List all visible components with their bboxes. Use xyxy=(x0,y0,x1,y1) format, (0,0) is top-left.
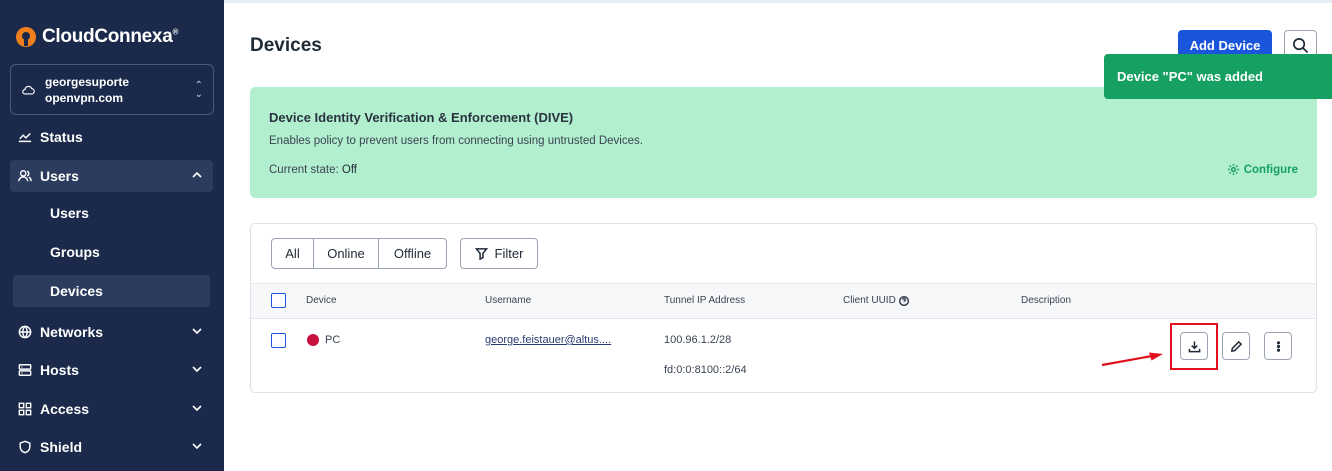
column-username: Username xyxy=(485,295,532,306)
chevron-down-icon xyxy=(192,328,202,335)
configure-link[interactable]: Configure xyxy=(1227,163,1298,176)
org-name: georgesuporte openvpn.com xyxy=(45,74,130,105)
gear-icon xyxy=(1227,163,1239,176)
device-name: PC xyxy=(325,334,341,346)
sidebar-item-shield[interactable]: Shield xyxy=(10,431,213,463)
chevron-down-icon xyxy=(192,366,202,373)
status-chart-icon xyxy=(18,133,32,143)
sidebar-subitem-devices[interactable]: Devices xyxy=(13,275,210,307)
sidebar-subitem-groups[interactable]: Groups xyxy=(13,236,210,268)
column-client-uuid: Client UUID xyxy=(843,295,909,306)
tab-online[interactable]: Online xyxy=(314,239,379,268)
sidebar-item-hosts[interactable]: Hosts xyxy=(10,354,213,386)
column-description: Description xyxy=(1021,295,1072,306)
sidebar-item-users[interactable]: Users xyxy=(10,160,213,192)
row-checkbox[interactable] xyxy=(271,333,286,348)
brand-name: CloudConnexa® xyxy=(42,26,179,47)
username-link[interactable]: george.feistauer@altus.... xyxy=(485,334,611,346)
dive-title: Device Identity Verification & Enforceme… xyxy=(269,110,574,125)
dive-current-state: Current state: Off xyxy=(269,164,358,176)
sidebar: CloudConnexa® georgesuporte openvpn.com … xyxy=(0,0,224,471)
filter-button[interactable]: Filter xyxy=(460,238,538,269)
annotation-arrow-icon xyxy=(1101,352,1163,367)
tunnel-ipv4: 100.96.1.2/28 xyxy=(664,334,732,346)
more-vertical-icon xyxy=(1276,340,1280,352)
column-tunnel-ip: Tunnel IP Address xyxy=(664,295,746,306)
dive-banner: Device Identity Verification & Enforceme… xyxy=(250,87,1317,198)
dive-state-value: Off xyxy=(341,164,358,176)
shield-icon xyxy=(19,440,31,454)
logo-icon xyxy=(16,27,36,47)
users-icon xyxy=(18,170,32,182)
pencil-icon xyxy=(1230,340,1242,352)
table-header: Device Username Tunnel IP Address Client… xyxy=(251,283,1316,319)
edit-device-button[interactable] xyxy=(1222,332,1250,360)
status-filter-tabs: All Online Offline xyxy=(271,238,447,269)
chevron-down-icon xyxy=(192,405,202,412)
tunnel-ipv6: fd:0:0:8100::2/64 xyxy=(664,364,747,376)
device-status-dot xyxy=(307,334,319,346)
server-icon xyxy=(18,364,32,376)
page-title: Devices xyxy=(250,35,322,56)
tab-all[interactable]: All xyxy=(272,239,314,268)
chevron-up-down-icon: ⌃ ⌄ xyxy=(194,80,203,100)
chevron-up-icon xyxy=(192,171,202,178)
sidebar-item-access[interactable]: Access xyxy=(10,393,213,425)
select-all-checkbox[interactable] xyxy=(271,293,286,308)
download-icon xyxy=(1188,340,1200,352)
org-switcher[interactable]: georgesuporte openvpn.com ⌃ ⌄ xyxy=(10,64,214,115)
search-icon xyxy=(1293,38,1309,54)
brand-logo[interactable]: CloudConnexa® xyxy=(16,26,178,48)
download-profile-button[interactable] xyxy=(1180,332,1208,360)
filter-icon xyxy=(474,248,488,260)
grid-icon xyxy=(18,402,32,416)
cloud-icon xyxy=(22,85,35,95)
more-actions-button[interactable] xyxy=(1264,332,1292,360)
chevron-down-icon xyxy=(192,443,202,450)
help-icon[interactable] xyxy=(898,295,909,306)
sidebar-subitem-users[interactable]: Users xyxy=(13,197,210,229)
top-border xyxy=(224,0,1332,3)
tab-offline[interactable]: Offline xyxy=(379,239,446,268)
globe-icon xyxy=(18,325,32,339)
dive-description: Enables policy to prevent users from con… xyxy=(269,135,643,147)
sidebar-item-status[interactable]: Status xyxy=(10,121,213,153)
column-device: Device xyxy=(306,295,337,306)
success-toast: Device "PC" was added xyxy=(1104,54,1332,99)
sidebar-item-networks[interactable]: Networks xyxy=(10,316,213,348)
